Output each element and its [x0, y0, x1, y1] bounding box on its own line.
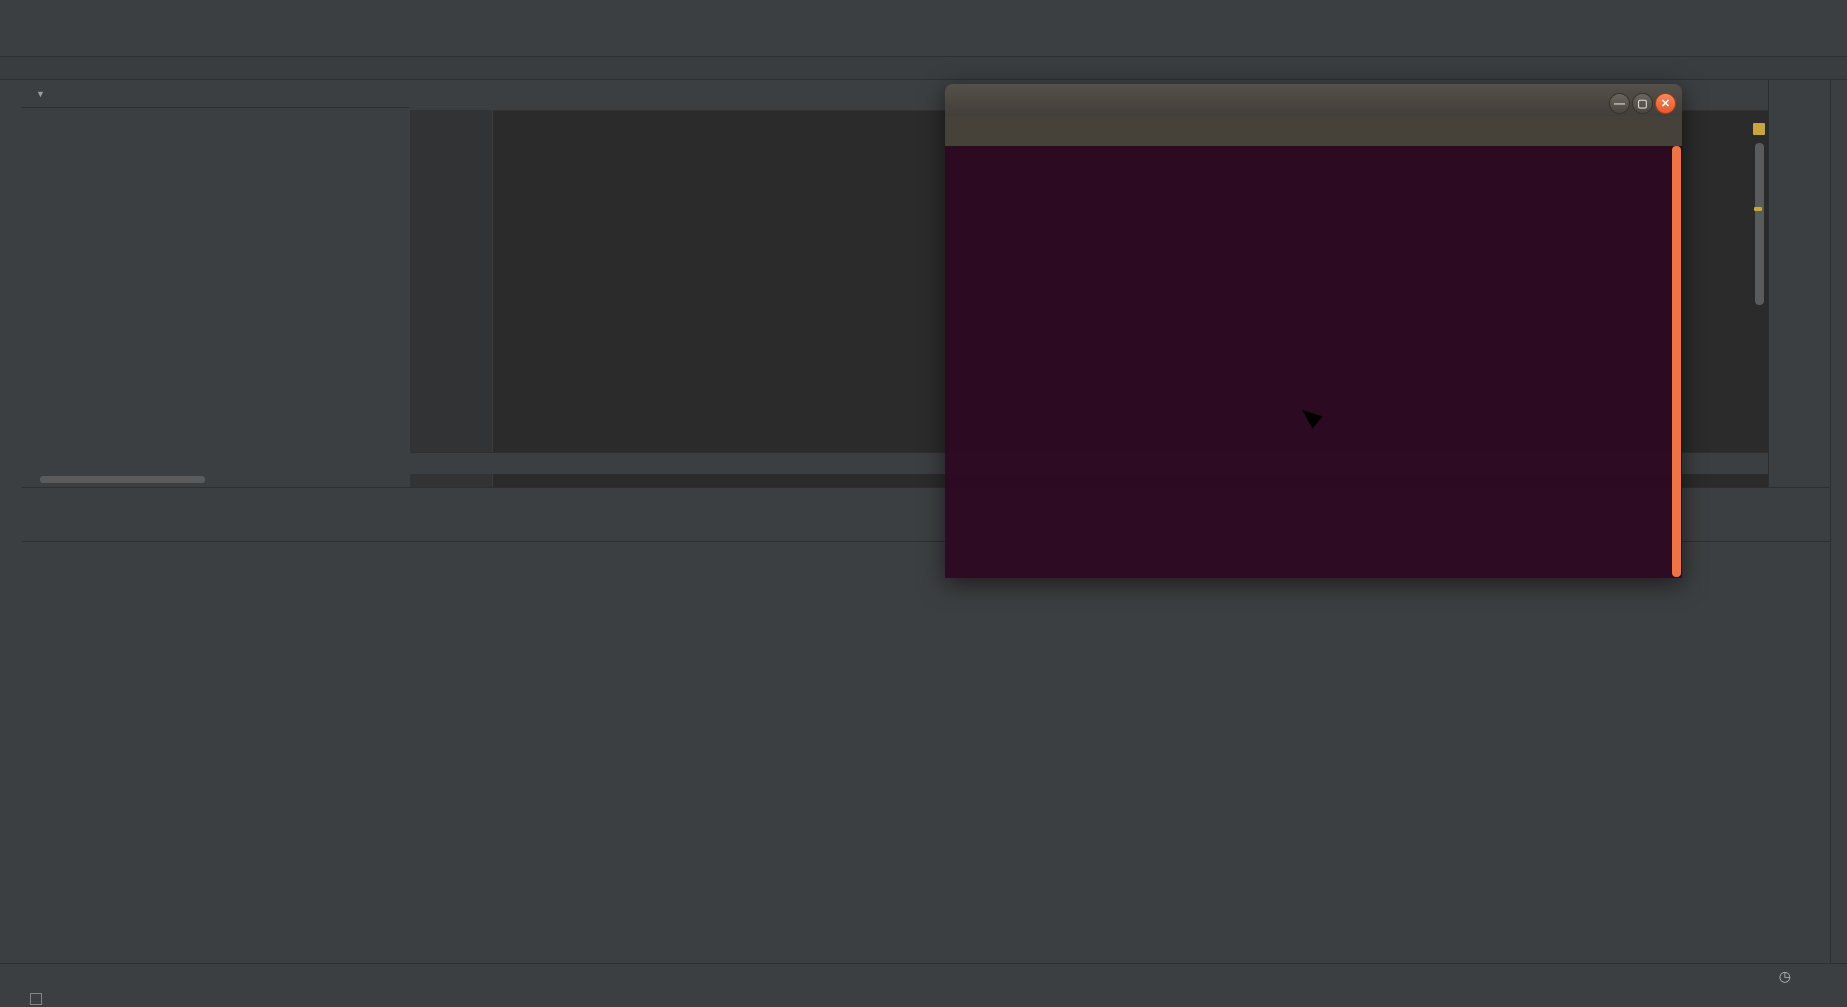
- status-bar: [0, 989, 1847, 1007]
- bottom-tool-bar: [0, 963, 1847, 989]
- clock-icon: ◷: [1778, 967, 1791, 984]
- menu-bar: [0, 0, 1847, 22]
- debug-console-output[interactable]: [108, 550, 1810, 964]
- event-log-button[interactable]: ◷: [1779, 963, 1797, 989]
- warning-stripe-mark[interactable]: [1754, 207, 1762, 211]
- hotswap-icon: [30, 993, 42, 1005]
- right-tool-stripe: [1830, 80, 1847, 963]
- ide-window: ▼ — ▢ ✕ ◷: [0, 0, 1847, 1007]
- editor-gutter: [410, 110, 493, 487]
- terminal-title-bar[interactable]: — ▢ ✕: [945, 84, 1682, 116]
- maven-projects-panel: [1768, 80, 1831, 487]
- terminal-scrollbar[interactable]: [1672, 146, 1681, 577]
- editor-scrollbar[interactable]: [1755, 143, 1764, 305]
- project-panel-header: ▼: [22, 80, 410, 108]
- minimize-icon[interactable]: —: [1609, 93, 1630, 114]
- horizontal-scrollbar[interactable]: [40, 476, 205, 483]
- maximize-icon[interactable]: ▢: [1632, 93, 1653, 114]
- terminal-menu-bar: [945, 116, 1682, 146]
- error-stripe-mark[interactable]: [1753, 123, 1765, 135]
- chevron-down-icon[interactable]: ▼: [36, 89, 45, 99]
- annotation-arrow: [1302, 410, 1323, 429]
- project-tool-window: ▼: [22, 80, 411, 487]
- main-toolbar: [0, 22, 1847, 57]
- close-icon[interactable]: ✕: [1655, 93, 1676, 114]
- breadcrumb-bar: [0, 57, 1847, 80]
- left-tool-stripe: [0, 80, 23, 963]
